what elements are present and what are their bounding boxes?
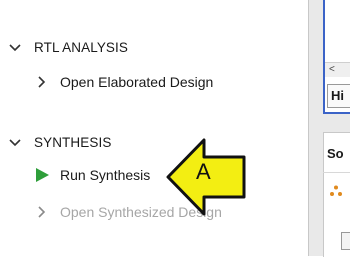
sources-panel-title: So xyxy=(327,146,344,161)
item-label: Open Elaborated Design xyxy=(60,74,214,90)
chevron-right-icon[interactable] xyxy=(34,75,52,89)
callout-arrow-a: A xyxy=(164,136,248,218)
callout-label: A xyxy=(196,159,211,184)
hierarchy-icon[interactable] xyxy=(329,184,343,196)
play-icon xyxy=(34,167,52,183)
item-label: Run Synthesis xyxy=(60,167,151,183)
run-synthesis-button[interactable]: Run Synthesis xyxy=(34,167,150,183)
tab-label: Hi xyxy=(331,88,344,103)
section-label: SYNTHESIS xyxy=(34,135,112,150)
chevron-down-icon[interactable] xyxy=(8,41,26,55)
scroll-left-icon[interactable]: < xyxy=(329,64,335,75)
dropdown-button[interactable] xyxy=(341,232,350,250)
section-rtl-analysis[interactable]: RTL ANALYSIS xyxy=(8,40,128,55)
horizontal-scrollbar[interactable]: < xyxy=(325,62,350,77)
flow-navigator: RTL ANALYSIS Open Elaborated Design SYNT… xyxy=(0,0,308,256)
chevron-down-icon[interactable] xyxy=(8,136,26,150)
right-panel: < Hi So xyxy=(308,0,350,257)
divider xyxy=(323,172,350,173)
chevron-right-icon[interactable] xyxy=(34,205,52,219)
section-synthesis[interactable]: SYNTHESIS xyxy=(8,135,111,150)
section-label: RTL ANALYSIS xyxy=(34,40,128,55)
hierarchy-tab[interactable]: Hi xyxy=(327,84,350,108)
open-elaborated-design-item[interactable]: Open Elaborated Design xyxy=(34,74,213,90)
